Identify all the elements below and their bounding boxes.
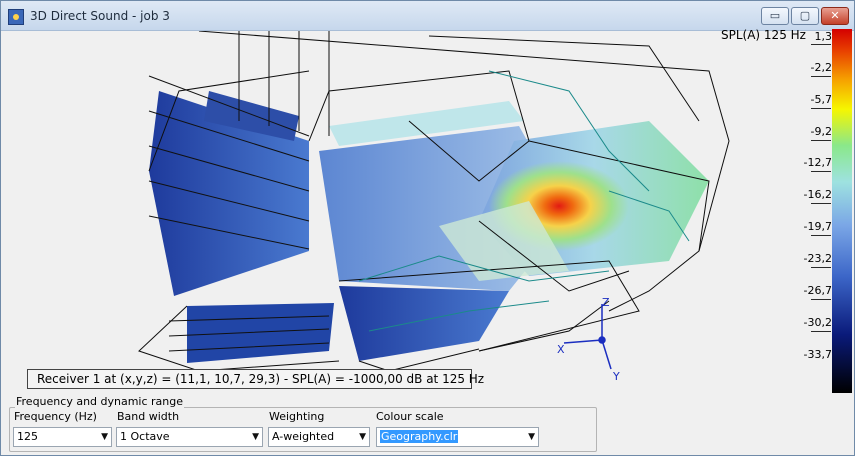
3d-scene-view[interactable]: Z X Y [9, 31, 832, 391]
title-bar[interactable]: 3D Direct Sound - job 3 ▭ ▢ ✕ [1, 1, 854, 31]
colour-legend [832, 29, 852, 393]
close-button[interactable]: ✕ [821, 7, 849, 25]
legend-tick-line [811, 331, 831, 332]
axis-label-z: Z [602, 296, 610, 309]
legend-tick: -2,2 [810, 61, 832, 74]
legend-tick: -5,7 [810, 93, 832, 106]
legend-tick: -26,7 [803, 284, 832, 297]
colour-scale-value: Geography.clr [380, 430, 459, 443]
legend-tick-line [811, 76, 831, 77]
axis-label-y: Y [612, 370, 620, 383]
chevron-down-icon: ▼ [359, 432, 366, 442]
legend-tick: -33,7 [803, 348, 832, 361]
bandwidth-value: 1 Octave [120, 430, 170, 443]
chevron-down-icon: ▼ [252, 432, 259, 442]
left-seating-block [148, 75, 334, 363]
axis-label-x: X [557, 343, 565, 356]
main-window: 3D Direct Sound - job 3 ▭ ▢ ✕ Z X Y SPL(… [0, 0, 855, 456]
colour-scale-label: Colour scale [376, 410, 444, 423]
legend-tick: -19,7 [803, 220, 832, 233]
legend-tick: -12,7 [803, 156, 832, 169]
weighting-label: Weighting [269, 410, 325, 423]
legend-tick: 1,3 [814, 30, 833, 43]
legend-tick: -16,2 [803, 188, 832, 201]
legend-tick-line [811, 299, 831, 300]
group-title: Frequency and dynamic range [15, 395, 185, 408]
weighting-select[interactable]: A-weighted ▼ [268, 427, 370, 447]
weighting-value: A-weighted [272, 430, 335, 443]
bandwidth-label: Band width [117, 410, 180, 423]
colour-legend-bar [832, 29, 852, 393]
legend-tick: -9,2 [810, 125, 832, 138]
legend-tick-line [811, 235, 831, 236]
chevron-down-icon: ▼ [101, 432, 108, 442]
legend-tick: -30,2 [803, 316, 832, 329]
minimize-button[interactable]: ▭ [761, 7, 789, 25]
bandwidth-select[interactable]: 1 Octave ▼ [116, 427, 263, 447]
legend-tick-line [811, 44, 831, 45]
legend-tick-line [811, 171, 831, 172]
chevron-down-icon: ▼ [528, 432, 535, 442]
app-icon[interactable] [8, 9, 24, 25]
frequency-value: 125 [17, 430, 38, 443]
legend-tick: -23,2 [803, 252, 832, 265]
colour-scale-select[interactable]: Geography.clr ▼ [376, 427, 539, 447]
frequency-label: Frequency (Hz) [14, 410, 97, 423]
frequency-select[interactable]: 125 ▼ [13, 427, 112, 447]
legend-tick-line [811, 267, 831, 268]
legend-tick-line [811, 203, 831, 204]
maximize-button[interactable]: ▢ [791, 7, 819, 25]
legend-tick-line [811, 140, 831, 141]
receiver-status: Receiver 1 at (x,y,z) = (11,1, 10,7, 29,… [27, 369, 484, 389]
window-title: 3D Direct Sound - job 3 [30, 9, 170, 23]
legend-tick-line [811, 108, 831, 109]
axis-gizmo [563, 304, 612, 370]
